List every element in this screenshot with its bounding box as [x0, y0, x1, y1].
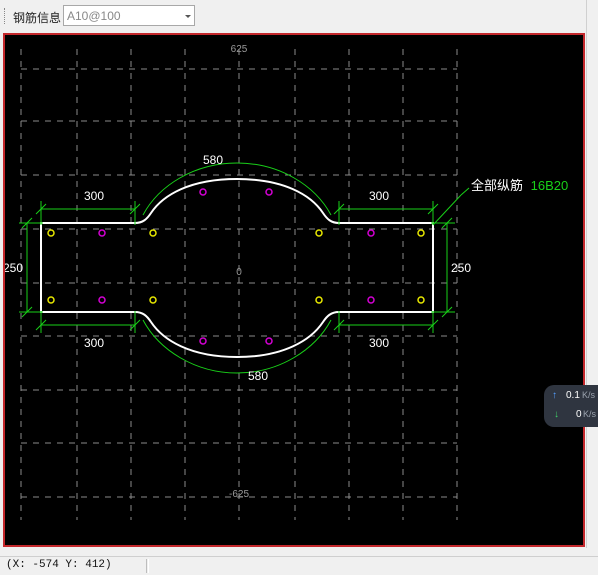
rebar-side[interactable] — [199, 337, 207, 345]
rebar-corner[interactable] — [417, 229, 425, 237]
section-drawing[interactable]: 625 -625 0 300 300 300 300 580 580 250 2… — [5, 35, 583, 545]
stirrup-combo[interactable]: A10@100 — [63, 5, 195, 26]
cursor-coordinates: (X: -574 Y: 412) — [6, 559, 112, 571]
dim-bottom-right: 300 — [369, 336, 389, 350]
status-separator-highlight — [148, 559, 149, 573]
rebar-side[interactable] — [98, 229, 106, 237]
window-edge — [586, 0, 598, 548]
rebar-corner[interactable] — [315, 229, 323, 237]
grid — [20, 49, 458, 520]
download-row: ↓ 0 K/s — [544, 409, 598, 423]
rebar-side[interactable] — [367, 229, 375, 237]
rebar-corner[interactable] — [149, 229, 157, 237]
upload-arrow-icon: ↑ — [552, 390, 557, 401]
upload-row: ↑ 0.1 K/s — [544, 390, 598, 404]
status-bar: (X: -574 Y: 412) — [0, 556, 598, 575]
rebar-label-text: 全部纵筋 — [471, 178, 523, 193]
rebar-side[interactable] — [199, 188, 207, 196]
rebar-value-text: 16B20 — [531, 178, 569, 193]
rebar-corner[interactable] — [149, 296, 157, 304]
rebar-corner[interactable] — [47, 296, 55, 304]
rebar-side[interactable] — [367, 296, 375, 304]
status-separator — [146, 559, 147, 573]
rebar-side[interactable] — [98, 296, 106, 304]
download-value: 0 — [576, 409, 582, 420]
rebar-info-label: 钢筋信息 — [13, 11, 62, 25]
axis-label-bottom: -625 — [229, 489, 249, 500]
stirrup-combo-value[interactable]: A10@100 — [67, 9, 121, 23]
toolbar: 钢筋信息 A10@100 — [0, 0, 598, 32]
download-unit: K/s — [583, 409, 597, 419]
dim-height-left: 250 — [5, 261, 23, 275]
rebar-side[interactable] — [265, 188, 273, 196]
drawing-canvas[interactable]: 625 -625 0 300 300 300 300 580 580 250 2… — [3, 33, 585, 547]
rebar-corner[interactable] — [315, 296, 323, 304]
dim-top-right: 300 — [369, 189, 389, 203]
toolbar-grip[interactable] — [4, 8, 7, 24]
rebar-side[interactable] — [265, 337, 273, 345]
dim-arc-bottom: 580 — [248, 369, 268, 383]
upload-unit: K/s — [582, 390, 596, 400]
rebar-corner[interactable] — [417, 296, 425, 304]
network-speed-widget[interactable]: ↑ 0.1 K/s ↓ 0 K/s — [544, 385, 598, 427]
upload-value: 0.1 — [566, 390, 580, 401]
rebar-label: 全部纵筋 16B20 — [471, 178, 568, 193]
chevron-down-icon[interactable] — [185, 15, 191, 18]
rebar-corner[interactable] — [47, 229, 55, 237]
download-arrow-icon: ↓ — [554, 409, 559, 420]
dim-arc-top: 580 — [203, 153, 223, 167]
origin-label: 0 — [236, 267, 242, 278]
dim-bottom-left: 300 — [84, 336, 104, 350]
axis-label-top: 625 — [231, 44, 248, 55]
dim-top-left: 300 — [84, 189, 104, 203]
dim-height-right: 250 — [451, 261, 471, 275]
